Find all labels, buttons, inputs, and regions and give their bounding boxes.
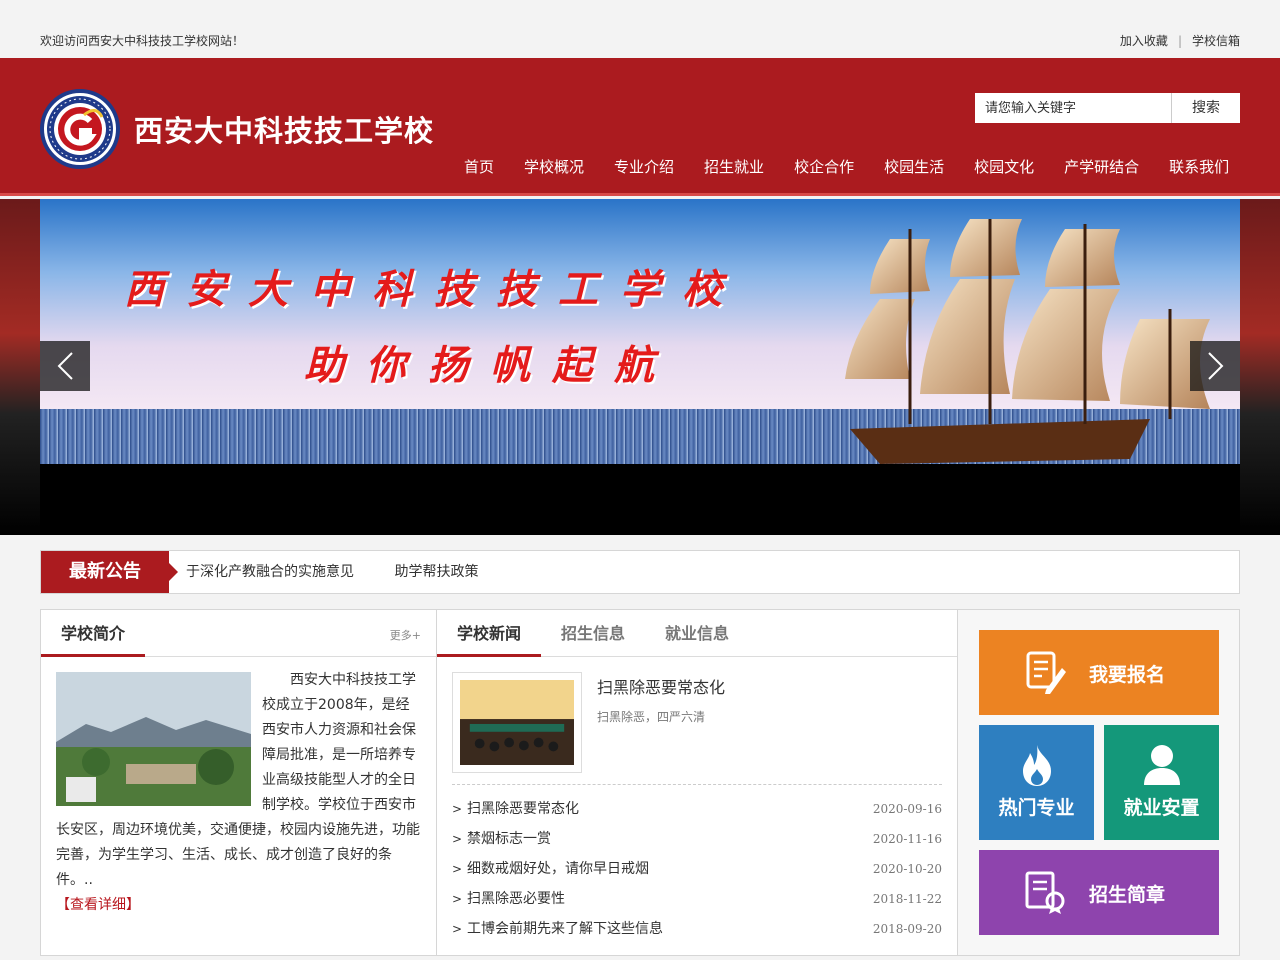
form-pen-icon [1026, 651, 1066, 694]
notice-items: 于深化产教融合的实施意见 助学帮扶政策 [186, 551, 514, 593]
bullet-icon: > [452, 802, 463, 816]
search-button[interactable]: 搜索 [1171, 93, 1240, 123]
link-separator: | [1177, 34, 1182, 48]
hot-majors-button[interactable]: 热门专业 [979, 725, 1094, 840]
divider [452, 784, 942, 785]
notice-item[interactable]: 助学帮扶政策 [394, 564, 478, 580]
nav-item-campus-life[interactable]: 校园生活 [869, 154, 959, 180]
employment-label: 就业安置 [1123, 797, 1200, 819]
intro-title[interactable]: 学校简介 [41, 610, 146, 657]
nav-item-admissions[interactable]: 招生就业 [689, 154, 779, 180]
bullet-icon: > [452, 892, 463, 906]
notice-label: 最新公告 [41, 551, 178, 593]
bullet-icon: > [452, 862, 463, 876]
tab-school-news[interactable]: 学校新闻 [437, 610, 541, 657]
news-date: 2020-11-16 [872, 832, 942, 846]
news-title[interactable]: 扫黑除恶必要性 [467, 884, 565, 914]
school-intro-section: 学校简介 更多+ 西安大中科技技工学校成立于2008年，是经西安市人力资源和社会… [41, 610, 437, 955]
intro-detail-link[interactable]: 【查看详细】 [56, 897, 140, 913]
user-icon [1144, 745, 1180, 785]
notice-bar: 最新公告 于深化产教融合的实施意见 助学帮扶政策 [40, 550, 1240, 594]
apply-label: 我要报名 [1089, 664, 1166, 686]
school-logo[interactable] [40, 89, 120, 169]
news-section: 学校新闻 招生信息 就业信息 扫黑除恶要常态化 扫黑除恶，四严六清 > 扫黑除恶… [437, 610, 958, 955]
brochure-button[interactable]: 招生简章 [979, 850, 1219, 935]
news-date: 2018-11-22 [872, 892, 942, 906]
featured-news-image[interactable] [452, 672, 582, 773]
brochure-label: 招生简章 [1089, 884, 1166, 906]
nav-item-majors[interactable]: 专业介绍 [599, 154, 689, 180]
top-bar: 欢迎访问西安大中科技技工学校网站！ 加入收藏 | 学校信箱 [0, 0, 1280, 58]
top-links: 加入收藏 | 学校信箱 [1120, 32, 1240, 49]
apply-button[interactable]: 我要报名 [979, 630, 1219, 715]
hot-majors-label: 热门专业 [998, 797, 1075, 819]
news-row: > 扫黑除恶要常态化 2020-09-16 [452, 794, 942, 824]
news-title[interactable]: 工博会前期先来了解下这些信息 [467, 914, 663, 944]
quick-links-section: 我要报名 热门专业 就业安置 招生简章 [958, 610, 1239, 955]
intro-text-block: 西安大中科技技工学校成立于2008年，是经西安市人力资源和社会保障局批准，是一所… [56, 668, 422, 918]
flame-icon [1023, 745, 1051, 786]
welcome-text: 欢迎访问西安大中科技技工学校网站！ [40, 34, 245, 48]
news-row: > 工博会前期先来了解下这些信息 2018-09-20 [452, 914, 942, 944]
nav-item-overview[interactable]: 学校概况 [509, 154, 599, 180]
banner-slogan: 助你扬帆起航 [304, 342, 676, 389]
featured-news-title[interactable]: 扫黑除恶要常态化 [597, 674, 725, 698]
nav-item-campus-culture[interactable]: 校园文化 [959, 154, 1049, 180]
school-name[interactable]: 西安大中科技技工学校 [134, 108, 434, 150]
news-list: > 扫黑除恶要常态化 2020-09-16 > 禁烟标志一赏 2020-11-1… [452, 794, 942, 944]
search-input[interactable] [975, 93, 1170, 123]
nav-item-contact[interactable]: 联系我们 [1154, 154, 1244, 180]
nav-item-cooperation[interactable]: 校企合作 [779, 154, 869, 180]
chevron-right-icon [1208, 352, 1224, 380]
news-tabs: 学校新闻 招生信息 就业信息 [437, 610, 957, 657]
news-title[interactable]: 禁烟标志一赏 [467, 824, 551, 854]
site-header: 西安大中科技技工学校 搜索 首页 学校概况 专业介绍 招生就业 校企合作 校园生… [0, 58, 1280, 196]
news-row: > 细数戒烟好处，请你早日戒烟 2020-10-20 [452, 854, 942, 884]
banner-slide[interactable]: 西安大中科技技工学校 助你扬帆起航 [40, 199, 1240, 535]
nav-item-home[interactable]: 首页 [449, 154, 509, 180]
news-date: 2018-09-20 [872, 922, 942, 936]
bookmark-link[interactable]: 加入收藏 [1120, 34, 1168, 48]
bullet-icon: > [452, 922, 463, 936]
certificate-icon [1025, 871, 1065, 914]
sailing-ship-image [845, 219, 1210, 464]
nav-item-research[interactable]: 产学研结合 [1049, 154, 1154, 180]
news-date: 2020-09-16 [872, 802, 942, 816]
bullet-icon: > [452, 832, 463, 846]
banner-title: 西安大中科技技工学校 [124, 266, 744, 313]
search-box: 搜索 [975, 93, 1240, 123]
notice-item[interactable]: 于深化产教融合的实施意见 [186, 564, 354, 580]
banner-next-button[interactable] [1190, 341, 1240, 391]
main-nav: 首页 学校概况 专业介绍 招生就业 校企合作 校园生活 校园文化 产学研结合 联… [449, 154, 1244, 180]
news-row: > 扫黑除恶必要性 2018-11-22 [452, 884, 942, 914]
mailbox-link[interactable]: 学校信箱 [1192, 34, 1240, 48]
featured-news-summary: 扫黑除恶，四严六清 [597, 710, 706, 724]
intro-more-link[interactable]: 更多+ [390, 627, 421, 643]
news-title[interactable]: 细数戒烟好处，请你早日戒烟 [467, 854, 649, 884]
tab-admissions-info[interactable]: 招生信息 [541, 610, 645, 657]
content-area: 学校简介 更多+ 西安大中科技技工学校成立于2008年，是经西安市人力资源和社会… [40, 609, 1240, 956]
news-title[interactable]: 扫黑除恶要常态化 [467, 794, 579, 824]
tab-employment-info[interactable]: 就业信息 [645, 610, 749, 657]
chevron-left-icon [57, 352, 73, 380]
employment-button[interactable]: 就业安置 [1104, 725, 1219, 840]
news-row: > 禁烟标志一赏 2020-11-16 [452, 824, 942, 854]
news-date: 2020-10-20 [872, 862, 942, 876]
intro-header: 学校简介 更多+ [41, 610, 436, 657]
banner-prev-button[interactable] [40, 341, 90, 391]
